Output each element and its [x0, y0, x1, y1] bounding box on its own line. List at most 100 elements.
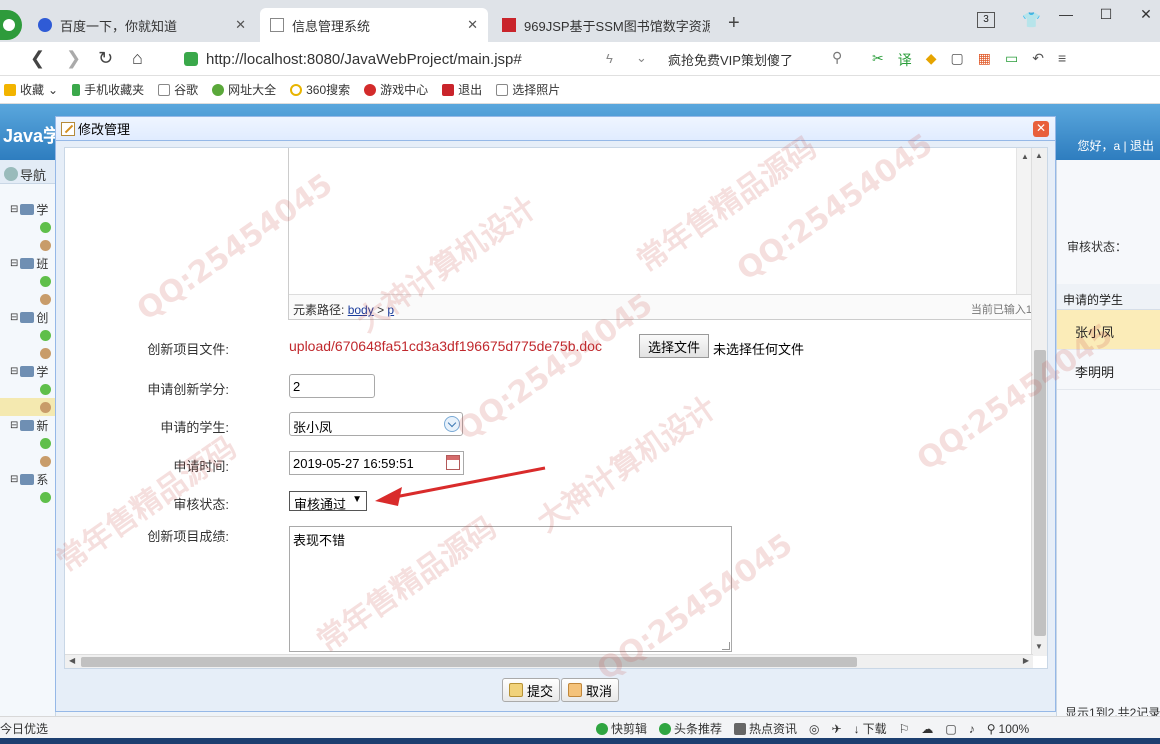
bookmark-logout[interactable]: 退出: [442, 81, 482, 98]
path-p-link[interactable]: p: [387, 303, 394, 317]
apps-grid-icon[interactable]: ▦: [978, 50, 991, 70]
dropdown-chevron-icon[interactable]: ⌄: [636, 50, 647, 66]
tree-item[interactable]: [0, 236, 55, 254]
undo-icon[interactable]: ↶: [1032, 50, 1044, 70]
tree-item[interactable]: [0, 398, 55, 416]
tree-group[interactable]: ⊟ 学: [0, 200, 55, 218]
browser-logo-icon[interactable]: [0, 10, 22, 40]
menu-icon[interactable]: ≡: [1058, 50, 1066, 70]
translate-icon[interactable]: 译: [898, 50, 912, 70]
collapse-icon[interactable]: ⊟: [10, 420, 18, 431]
status-item-clip[interactable]: 快剪辑: [596, 720, 647, 737]
minimize-icon[interactable]: —: [1046, 6, 1086, 23]
time-input[interactable]: 2019-05-27 16:59:51: [289, 451, 464, 475]
bookmark-mobile[interactable]: 手机收藏夹: [72, 81, 144, 98]
tree-group[interactable]: ⊟ 班: [0, 254, 55, 272]
tree-group[interactable]: ⊟ 创: [0, 308, 55, 326]
scrollbar-thumb[interactable]: [81, 657, 857, 667]
dialog-horizontal-scrollbar[interactable]: ◀ ▶: [65, 654, 1033, 668]
tab-close-icon[interactable]: ✕: [467, 17, 478, 33]
tab-info-system[interactable]: 信息管理系统 ✕: [260, 8, 488, 42]
scroll-left-icon[interactable]: ◀: [69, 656, 75, 665]
tree-group[interactable]: ⊟ 学: [0, 362, 55, 380]
tree-item[interactable]: [0, 452, 55, 470]
tab-counter[interactable]: 3: [977, 12, 995, 28]
close-window-icon[interactable]: ✕: [1126, 6, 1160, 23]
chevron-down-icon[interactable]: [444, 416, 460, 432]
tree-item[interactable]: [0, 218, 55, 236]
tree-item[interactable]: [0, 344, 55, 362]
scroll-down-icon[interactable]: ▼: [1035, 642, 1043, 651]
resize-grip-icon[interactable]: [722, 642, 730, 650]
tree-item[interactable]: [0, 290, 55, 308]
table-row[interactable]: 李明明: [1057, 350, 1160, 390]
flag-icon[interactable]: ⚐: [899, 720, 910, 737]
dialog-vertical-scrollbar[interactable]: ▲ ▼: [1031, 148, 1047, 656]
tab-baidu[interactable]: 百度一下，你就知道 ✕: [28, 8, 256, 42]
window-icon[interactable]: ▢: [945, 720, 956, 737]
choose-file-button[interactable]: 选择文件: [639, 334, 709, 358]
tree-item[interactable]: [0, 488, 55, 506]
student-select[interactable]: 张小凤: [289, 412, 463, 436]
bookmark-google[interactable]: 谷歌: [158, 81, 198, 98]
status-left-text[interactable]: 今日优选: [0, 720, 48, 737]
collapse-icon[interactable]: ⊟: [10, 258, 18, 269]
bookmark-games[interactable]: 游戏中心: [364, 81, 428, 98]
shirt-icon[interactable]: 👕: [1022, 11, 1041, 29]
tab-close-icon[interactable]: ✕: [235, 17, 246, 33]
tree-item[interactable]: [0, 434, 55, 452]
editor-content[interactable]: [289, 148, 1016, 294]
collapse-icon[interactable]: ⊟: [10, 366, 18, 377]
pin-icon[interactable]: ✈: [832, 720, 842, 737]
home-icon[interactable]: ⌂: [132, 48, 143, 69]
lightning-icon[interactable]: ϟ: [606, 51, 613, 66]
forward-icon[interactable]: ❯: [66, 48, 81, 69]
reload-icon[interactable]: ↻: [98, 48, 113, 69]
tree-group[interactable]: ⊟ 新: [0, 416, 55, 434]
tab-library[interactable]: 969JSP基于SSM图书馆数字资源: [492, 8, 720, 42]
calendar-icon[interactable]: [446, 455, 460, 470]
score-textarea[interactable]: 表现不错: [289, 526, 732, 652]
file-link[interactable]: upload/670648fa51cd3a3df196675d775de75b.…: [289, 338, 602, 354]
credit-input[interactable]: 2: [289, 374, 375, 398]
tree-item[interactable]: [0, 380, 55, 398]
tree-item[interactable]: [0, 272, 55, 290]
scroll-right-icon[interactable]: ▶: [1023, 656, 1029, 665]
cancel-button[interactable]: 取消: [561, 678, 620, 702]
url-input[interactable]: http://localhost:8080/JavaWebProject/mai…: [184, 46, 664, 72]
status-item-news[interactable]: 热点资讯: [734, 720, 797, 737]
status-select[interactable]: 审核通过 ▼: [289, 491, 367, 512]
bookmark-photos[interactable]: 选择照片: [496, 81, 560, 98]
dialog-close-button[interactable]: ✕: [1033, 121, 1049, 137]
submit-button[interactable]: 提交: [502, 678, 561, 702]
accelerate-icon[interactable]: ◎: [809, 720, 819, 737]
collapse-icon[interactable]: ⊟: [10, 474, 18, 485]
scrollbar-thumb[interactable]: [1034, 350, 1046, 636]
promo-text[interactable]: 疯抢免费VIP策划傻了: [668, 50, 793, 69]
maximize-icon[interactable]: ☐: [1086, 6, 1126, 23]
scroll-up-icon[interactable]: ▲: [1021, 152, 1029, 161]
coupon-icon[interactable]: ◆: [926, 50, 937, 70]
tree-item[interactable]: [0, 326, 55, 344]
bookmark-favorites[interactable]: 收藏 ⌄: [4, 81, 58, 98]
sidebar-header[interactable]: 导航: [0, 160, 55, 184]
volume-icon[interactable]: ♪: [969, 720, 975, 737]
column-header-student[interactable]: 申请的学生: [1057, 284, 1160, 310]
zoom-level[interactable]: ⚲ 100%: [987, 720, 1030, 737]
new-tab-button[interactable]: +: [728, 12, 740, 35]
scissors-icon[interactable]: ✂: [872, 50, 884, 70]
collapse-icon[interactable]: ⊟: [10, 312, 18, 323]
screenshot-icon[interactable]: ▢: [951, 50, 964, 70]
bookmark-hao[interactable]: 网址大全: [212, 81, 276, 98]
dialog-titlebar[interactable]: 修改管理: [56, 117, 1055, 141]
user-links[interactable]: 您好，a | 退出: [1078, 137, 1154, 154]
path-body-link[interactable]: body: [348, 303, 374, 317]
table-row[interactable]: 张小凤: [1057, 310, 1160, 350]
editor-scrollbar[interactable]: ▲: [1016, 148, 1032, 294]
scroll-up-icon[interactable]: ▲: [1035, 151, 1043, 160]
back-icon[interactable]: ❮: [30, 48, 45, 69]
tree-group[interactable]: ⊟ 系: [0, 470, 55, 488]
battery-icon[interactable]: ▭: [1005, 50, 1018, 70]
bookmark-360[interactable]: 360搜索: [290, 81, 350, 98]
collapse-icon[interactable]: ⊟: [10, 204, 18, 215]
